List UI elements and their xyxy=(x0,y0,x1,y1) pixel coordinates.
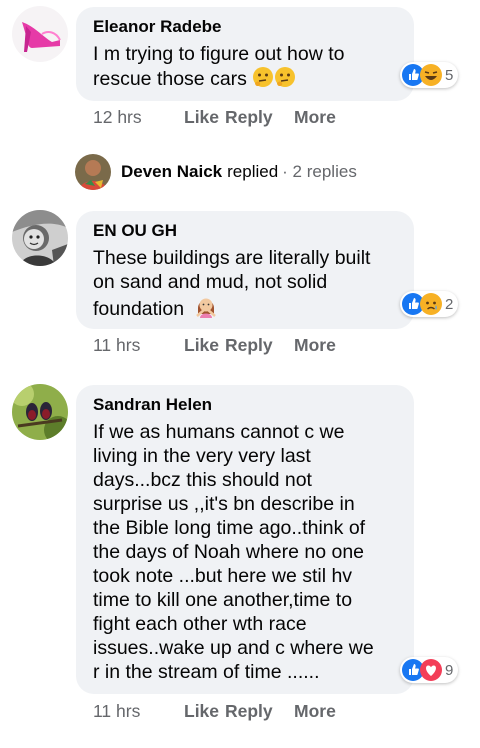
like-button[interactable]: Like xyxy=(184,701,225,722)
like-button[interactable]: Like xyxy=(184,107,225,128)
birds-photo-icon xyxy=(12,384,68,440)
comment-text: These buildings are literally built on s… xyxy=(93,247,371,320)
reaction-summary-1[interactable]: 5 xyxy=(400,62,459,88)
comment-actions-3: 11 hrs Like Reply More xyxy=(93,701,336,722)
like-button[interactable]: Like xyxy=(184,335,225,356)
thinking-face-emoji-icon xyxy=(275,67,296,87)
comment-bubble-1: Eleanor Radebe I m trying to figure out … xyxy=(76,7,414,101)
comment-text: I m trying to figure out how to rescue t… xyxy=(93,43,345,90)
comment-author[interactable]: Sandran Helen xyxy=(93,395,212,415)
more-button[interactable]: More xyxy=(294,107,336,128)
reply-button[interactable]: Reply xyxy=(225,335,294,356)
woman-gesturing-no-emoji-icon xyxy=(195,298,216,318)
reaction-count: 2 xyxy=(445,295,454,313)
person-photo-icon xyxy=(75,154,111,190)
comment-bubble-3: Sandran Helen If we as humans cannot c w… xyxy=(76,385,414,694)
pink-high-heel-icon xyxy=(12,6,68,62)
comment-actions-2: 11 hrs Like Reply More xyxy=(93,335,336,356)
comment-author[interactable]: Eleanor Radebe xyxy=(93,17,222,37)
avatar-deven[interactable] xyxy=(75,154,111,190)
reply-author[interactable]: Deven Naick xyxy=(121,162,222,182)
reaction-count: 9 xyxy=(445,661,454,679)
sad-icon xyxy=(420,293,442,315)
comment-text: If we as humans cannot c we living in th… xyxy=(93,421,374,683)
reaction-summary-2[interactable]: 2 xyxy=(400,291,459,317)
comment-author[interactable]: EN OU GH xyxy=(93,221,177,241)
reply-verb: replied xyxy=(227,162,279,181)
comment-actions-1: 12 hrs Like Reply More xyxy=(93,107,336,128)
more-button[interactable]: More xyxy=(294,335,336,356)
bw-child-photo-icon xyxy=(12,210,68,266)
reply-count[interactable]: · 2 replies xyxy=(282,162,357,182)
avatar-eleanor[interactable] xyxy=(12,6,68,62)
avatar-en-ou-gh[interactable] xyxy=(12,210,68,266)
comment-time[interactable]: 11 hrs xyxy=(93,335,184,356)
reply-button[interactable]: Reply xyxy=(225,107,294,128)
reaction-count: 5 xyxy=(445,66,454,84)
comment-time[interactable]: 12 hrs xyxy=(93,107,184,128)
view-replies-link[interactable]: Deven Naick replied · 2 replies xyxy=(75,153,357,191)
love-icon xyxy=(420,659,442,681)
comment-time[interactable]: 11 hrs xyxy=(93,701,184,722)
comment-bubble-2: EN OU GH These buildings are literally b… xyxy=(76,211,414,329)
reaction-summary-3[interactable]: 9 xyxy=(400,657,459,683)
more-button[interactable]: More xyxy=(294,701,336,722)
avatar-sandran[interactable] xyxy=(12,384,68,440)
reply-button[interactable]: Reply xyxy=(225,701,294,722)
thinking-face-emoji-icon xyxy=(253,67,274,87)
laughing-icon xyxy=(420,64,442,86)
